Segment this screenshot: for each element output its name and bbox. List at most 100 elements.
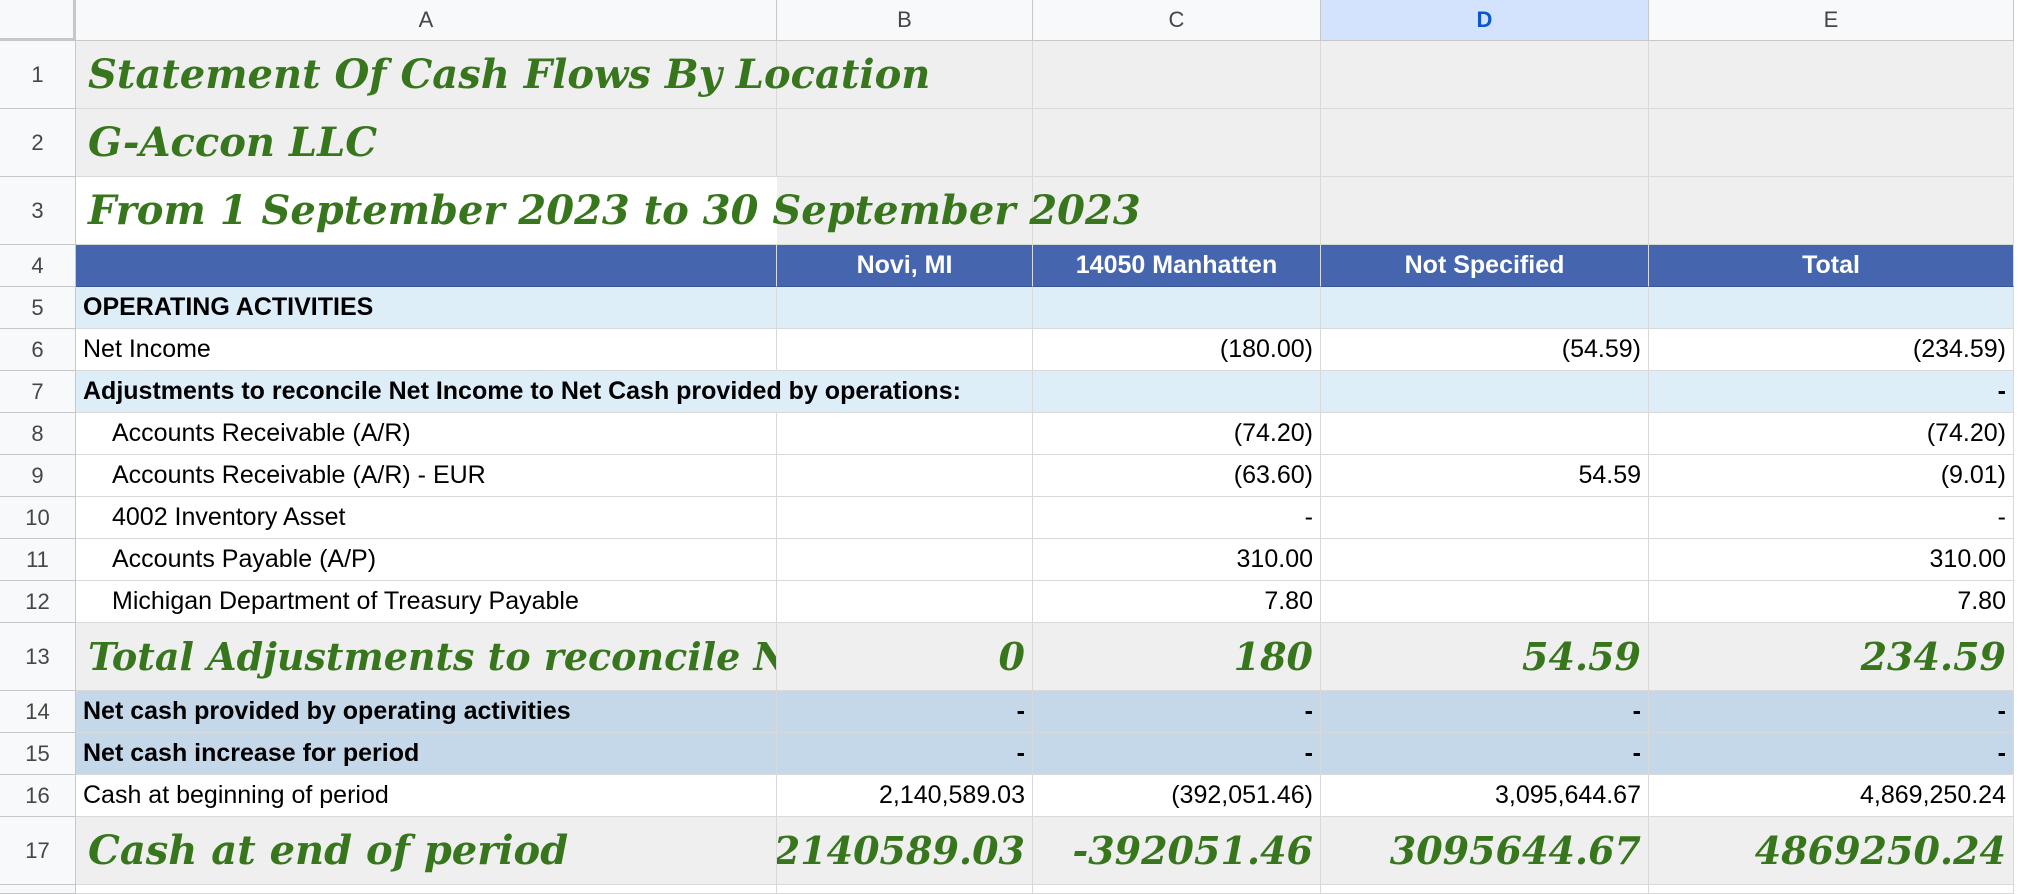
row-header-16[interactable]: 16 xyxy=(0,775,76,817)
item-label[interactable]: 4002 Inventory Asset xyxy=(76,497,777,539)
cash-end-manhatten[interactable]: -392051.46 xyxy=(1033,817,1321,885)
item-manhatten[interactable]: - xyxy=(1033,497,1321,539)
item-not-specified[interactable] xyxy=(1321,539,1649,581)
total-adjustments-manhatten[interactable]: 180 xyxy=(1033,623,1321,691)
column-header-a[interactable]: A xyxy=(76,0,777,41)
cell-c7[interactable] xyxy=(1033,371,1321,413)
net-income-total[interactable]: (234.59) xyxy=(1649,329,2014,371)
net-income-not-specified[interactable]: (54.59) xyxy=(1321,329,1649,371)
row-header-8[interactable]: 8 xyxy=(0,413,76,455)
item-novi[interactable] xyxy=(777,497,1033,539)
adjustments-total[interactable]: - xyxy=(1649,371,2014,413)
row-header-6[interactable]: 6 xyxy=(0,329,76,371)
item-label[interactable]: Accounts Payable (A/P) xyxy=(76,539,777,581)
cell-b5[interactable] xyxy=(777,287,1033,329)
cash-begin-manhatten[interactable]: (392,051.46) xyxy=(1033,775,1321,817)
cell-b2[interactable] xyxy=(777,109,1033,177)
cell-e3[interactable] xyxy=(1649,177,2014,245)
column-header-d[interactable]: D xyxy=(1321,0,1649,41)
item-novi[interactable] xyxy=(777,413,1033,455)
column-header-c[interactable]: C xyxy=(1033,0,1321,41)
cash-begin-label[interactable]: Cash at beginning of period xyxy=(76,775,777,817)
cell-c5[interactable] xyxy=(1033,287,1321,329)
cell-e5[interactable] xyxy=(1649,287,2014,329)
row-header-7[interactable]: 7 xyxy=(0,371,76,413)
item-label[interactable]: Accounts Receivable (A/R) - EUR xyxy=(76,455,777,497)
row-header-15[interactable]: 15 xyxy=(0,733,76,775)
row-header-10[interactable]: 10 xyxy=(0,497,76,539)
net-cash-operating-not-specified[interactable]: - xyxy=(1321,691,1649,733)
cell-e18[interactable] xyxy=(1649,885,2014,894)
row-header-9[interactable]: 9 xyxy=(0,455,76,497)
item-not-specified[interactable] xyxy=(1321,497,1649,539)
cash-begin-novi[interactable]: 2,140,589.03 xyxy=(777,775,1033,817)
item-novi[interactable] xyxy=(777,539,1033,581)
cell-b18[interactable] xyxy=(777,885,1033,894)
row-header-3[interactable]: 3 xyxy=(0,177,76,245)
net-income-manhatten[interactable]: (180.00) xyxy=(1033,329,1321,371)
row-header-17[interactable]: 17 xyxy=(0,817,76,885)
cell-d2[interactable] xyxy=(1321,109,1649,177)
total-adjustments-novi[interactable]: 0 xyxy=(777,623,1033,691)
cell-d18[interactable] xyxy=(1321,885,1649,894)
net-cash-operating-novi[interactable]: - xyxy=(777,691,1033,733)
cash-end-not-specified[interactable]: 3095644.67 xyxy=(1321,817,1649,885)
cell-a18[interactable] xyxy=(76,885,777,894)
net-cash-operating-label[interactable]: Net cash provided by operating activitie… xyxy=(76,691,777,733)
cell-e2[interactable] xyxy=(1649,109,2014,177)
row-header-11[interactable]: 11 xyxy=(0,539,76,581)
cell-d3[interactable] xyxy=(1321,177,1649,245)
item-total[interactable]: (9.01) xyxy=(1649,455,2014,497)
item-manhatten[interactable]: (63.60) xyxy=(1033,455,1321,497)
item-total[interactable]: 7.80 xyxy=(1649,581,2014,623)
item-total[interactable]: (74.20) xyxy=(1649,413,2014,455)
cell-c18[interactable] xyxy=(1033,885,1321,894)
company-name-cell[interactable]: G-Accon LLC xyxy=(76,109,777,177)
item-manhatten[interactable]: (74.20) xyxy=(1033,413,1321,455)
cash-end-total[interactable]: 4869250.24 xyxy=(1649,817,2014,885)
net-cash-operating-manhatten[interactable]: - xyxy=(1033,691,1321,733)
total-adjustments-label[interactable]: Total Adjustments to reconcile Net Incom… xyxy=(76,623,777,691)
select-all-corner[interactable] xyxy=(0,0,76,41)
cell-e1[interactable] xyxy=(1649,41,2014,109)
total-adjustments-not-specified[interactable]: 54.59 xyxy=(1321,623,1649,691)
item-total[interactable]: - xyxy=(1649,497,2014,539)
net-cash-operating-total[interactable]: - xyxy=(1649,691,2014,733)
row-header-13[interactable]: 13 xyxy=(0,623,76,691)
item-label[interactable]: Michigan Department of Treasury Payable xyxy=(76,581,777,623)
cell-c2[interactable] xyxy=(1033,109,1321,177)
cash-begin-not-specified[interactable]: 3,095,644.67 xyxy=(1321,775,1649,817)
header-not-specified[interactable]: Not Specified xyxy=(1321,245,1649,287)
item-label[interactable]: Accounts Receivable (A/R) xyxy=(76,413,777,455)
net-cash-increase-not-specified[interactable]: - xyxy=(1321,733,1649,775)
header-manhatten[interactable]: 14050 Manhatten xyxy=(1033,245,1321,287)
cell-d1[interactable] xyxy=(1321,41,1649,109)
header-novi[interactable]: Novi, MI xyxy=(777,245,1033,287)
item-not-specified[interactable] xyxy=(1321,413,1649,455)
header-total[interactable]: Total xyxy=(1649,245,2014,287)
column-header-e[interactable]: E xyxy=(1649,0,2014,41)
net-income-label[interactable]: Net Income xyxy=(76,329,777,371)
item-manhatten[interactable]: 7.80 xyxy=(1033,581,1321,623)
row-header-partial[interactable] xyxy=(0,885,76,894)
net-income-novi[interactable] xyxy=(777,329,1033,371)
row-header-14[interactable]: 14 xyxy=(0,691,76,733)
report-title-cell[interactable]: Statement Of Cash Flows By Location xyxy=(76,41,930,109)
cell-d5[interactable] xyxy=(1321,287,1649,329)
operating-activities-label[interactable]: OPERATING ACTIVITIES xyxy=(76,287,777,329)
column-header-b[interactable]: B xyxy=(777,0,1033,41)
adjustments-header-label[interactable]: Adjustments to reconcile Net Income to N… xyxy=(76,371,1033,413)
net-cash-increase-novi[interactable]: - xyxy=(777,733,1033,775)
cash-end-label[interactable]: Cash at end of period xyxy=(76,817,777,885)
row-header-4[interactable]: 4 xyxy=(0,245,76,287)
header-cell-a4[interactable] xyxy=(76,245,777,287)
item-novi[interactable] xyxy=(777,581,1033,623)
total-adjustments-total[interactable]: 234.59 xyxy=(1649,623,2014,691)
cell-d7[interactable] xyxy=(1321,371,1649,413)
item-not-specified[interactable] xyxy=(1321,581,1649,623)
cell-c1[interactable] xyxy=(1033,41,1321,109)
net-cash-increase-label[interactable]: Net cash increase for period xyxy=(76,733,777,775)
cash-begin-total[interactable]: 4,869,250.24 xyxy=(1649,775,2014,817)
net-cash-increase-manhatten[interactable]: - xyxy=(1033,733,1321,775)
item-not-specified[interactable]: 54.59 xyxy=(1321,455,1649,497)
